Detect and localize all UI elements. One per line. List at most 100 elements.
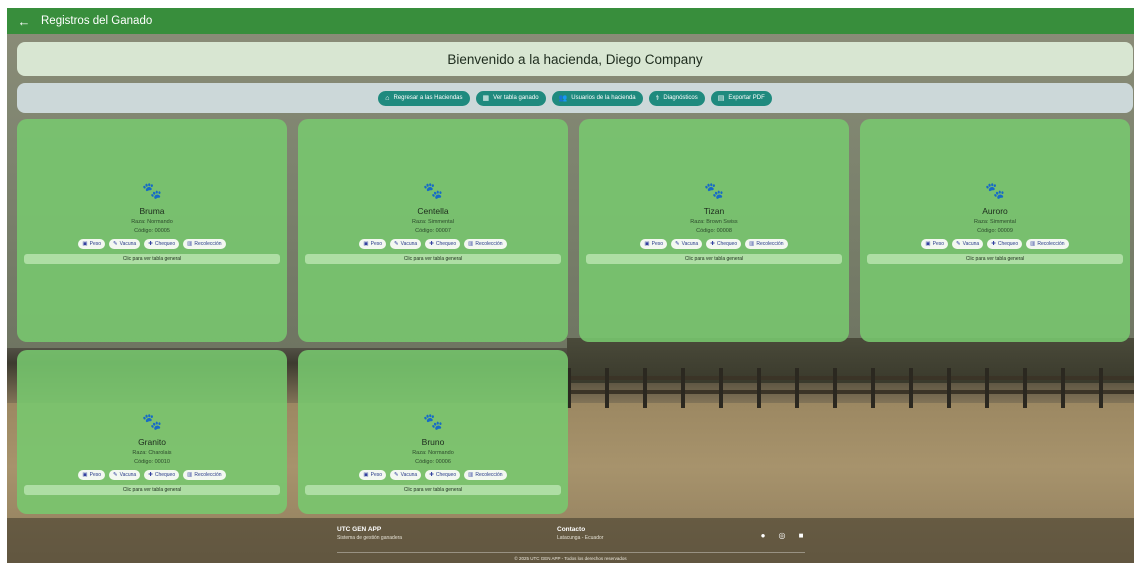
welcome-banner: Bienvenido a la hacienda, Diego Company: [17, 42, 1133, 76]
cattle-name: Bruno: [421, 437, 445, 447]
button-label: Chequeo: [997, 241, 1019, 247]
checkup-button[interactable]: ✚ Chequeo: [144, 239, 180, 249]
home-icon: ⌂: [385, 94, 390, 102]
view-general-table-link[interactable]: Clic para ver tabla general: [586, 254, 842, 264]
cattle-breed: Raza: Normando: [131, 219, 173, 225]
weight-button[interactable]: ▣ Peso: [78, 470, 106, 480]
checkup-button[interactable]: ✚ Chequeo: [144, 470, 180, 480]
cattle-card[interactable]: 🐾 Granito Raza: Charolais Código: 00010 …: [17, 350, 287, 514]
scale-icon: ▣: [925, 241, 931, 247]
collection-button[interactable]: ▥ Recolección: [183, 470, 226, 480]
syringe-icon: ✎: [675, 241, 680, 247]
cattle-card[interactable]: 🐾 Bruma Raza: Normando Código: 00005 ▣ Pe…: [17, 119, 287, 342]
facebook-icon[interactable]: ●: [759, 532, 767, 540]
back-to-haciendas-button[interactable]: ⌂ Regresar a las Haciendas: [378, 90, 470, 106]
weight-button[interactable]: ▣ Peso: [359, 239, 387, 249]
syringe-icon: ✎: [113, 472, 118, 478]
cattle-code: Código: 00005: [134, 228, 170, 234]
card-actions: ▣ Peso ✎ Vacuna ✚ Chequeo ▥ Recolección: [640, 239, 788, 249]
checkup-button[interactable]: ✚ Chequeo: [987, 239, 1023, 249]
cattle-breed: Raza: Simmental: [412, 219, 454, 225]
view-general-table-link[interactable]: Clic para ver tabla general: [305, 254, 561, 264]
cattle-breed: Raza: Simmental: [974, 219, 1016, 225]
shield-plus-icon: ✚: [991, 241, 996, 247]
checkup-button[interactable]: ✚ Chequeo: [425, 239, 461, 249]
diagnostics-button[interactable]: ⚕ Diagnósticos: [648, 90, 705, 106]
cattle-breed: Raza: Normando: [412, 450, 454, 456]
cattle-card[interactable]: 🐾 Centella Raza: Simmental Código: 00007…: [298, 119, 568, 342]
scale-icon: ▣: [363, 241, 369, 247]
footer-brand: UTC GEN APP Sistema de gestión ganadera: [337, 526, 402, 541]
view-general-table-link[interactable]: Clic para ver tabla general: [24, 254, 280, 264]
shield-plus-icon: ✚: [710, 241, 715, 247]
checkup-button[interactable]: ✚ Chequeo: [425, 470, 461, 480]
cattle-card[interactable]: 🐾 Tizan Raza: Brown Swiss Código: 00008 …: [579, 119, 849, 342]
welcome-text: Bienvenido a la hacienda, Diego Company: [447, 51, 703, 67]
vaccine-button[interactable]: ✎ Vacuna: [390, 470, 422, 480]
social-icons: ● ◎ ■: [759, 532, 805, 540]
shield-plus-icon: ✚: [429, 472, 434, 478]
collection-button[interactable]: ▥ Recolección: [1026, 239, 1069, 249]
button-label: Chequeo: [716, 241, 738, 247]
cattle-card[interactable]: 🐾 Auroro Raza: Simmental Código: 00009 ▣…: [860, 119, 1130, 342]
view-general-table-link[interactable]: Clic para ver tabla general: [867, 254, 1123, 264]
paw-icon: 🐾: [704, 183, 724, 200]
cattle-code: Código: 00009: [977, 228, 1013, 234]
shield-plus-icon: ✚: [148, 472, 153, 478]
button-label: Diagnósticos: [663, 95, 698, 101]
paw-icon: 🐾: [423, 183, 443, 200]
vaccine-button[interactable]: ✎ Vacuna: [952, 239, 984, 249]
cattle-code: Código: 00010: [134, 459, 170, 465]
vaccine-button[interactable]: ✎ Vacuna: [671, 239, 703, 249]
vaccine-button[interactable]: ✎ Vacuna: [109, 239, 141, 249]
card-actions: ▣ Peso ✎ Vacuna ✚ Chequeo ▥ Recolección: [78, 470, 226, 480]
button-label: Recolección: [475, 472, 503, 478]
collection-button[interactable]: ▥ Recolección: [745, 239, 788, 249]
instagram-icon[interactable]: ◎: [778, 532, 786, 540]
vaccine-button[interactable]: ✎ Vacuna: [109, 470, 141, 480]
cattle-breed: Raza: Charolais: [132, 450, 172, 456]
card-actions: ▣ Peso ✎ Vacuna ✚ Chequeo ▥ Recolección: [359, 470, 507, 480]
card-actions: ▣ Peso ✎ Vacuna ✚ Chequeo ▥ Recolección: [359, 239, 507, 249]
paw-icon: 🐾: [142, 414, 162, 431]
camera-icon[interactable]: ■: [797, 532, 805, 540]
collection-button[interactable]: ▥ Recolección: [464, 239, 507, 249]
cattle-code: Código: 00006: [415, 459, 451, 465]
collection-button[interactable]: ▥ Recolección: [464, 470, 507, 480]
milk-icon: ▥: [187, 241, 193, 247]
scale-icon: ▣: [363, 472, 369, 478]
button-label: Vacuna: [681, 241, 699, 247]
button-label: Regresar a las Haciendas: [393, 95, 463, 101]
footer-brand-subtitle: Sistema de gestión ganadera: [337, 535, 403, 541]
button-label: Vacuna: [962, 241, 980, 247]
footer-contact-title: Contacto: [557, 526, 586, 533]
button-label: Recolección: [475, 241, 503, 247]
button-label: Peso: [89, 241, 102, 247]
hacienda-users-button[interactable]: 👥 Usuarios de la hacienda: [551, 90, 643, 106]
view-general-table-link[interactable]: Clic para ver tabla general: [24, 485, 280, 495]
card-actions: ▣ Peso ✎ Vacuna ✚ Chequeo ▥ Recolección: [921, 239, 1069, 249]
button-label: Vacuna: [119, 241, 137, 247]
export-pdf-button[interactable]: ▤ Exportar PDF: [710, 90, 772, 106]
cattle-card[interactable]: 🐾 Bruno Raza: Normando Código: 00006 ▣ Pe…: [298, 350, 568, 514]
weight-button[interactable]: ▣ Peso: [78, 239, 106, 249]
paw-icon: 🐾: [985, 183, 1005, 200]
checkup-button[interactable]: ✚ Chequeo: [706, 239, 742, 249]
button-label: Recolección: [194, 241, 222, 247]
weight-button[interactable]: ▣ Peso: [921, 239, 949, 249]
vaccine-button[interactable]: ✎ Vacuna: [390, 239, 422, 249]
button-label: Peso: [370, 241, 383, 247]
top-app-bar: ← Registros del Ganado: [7, 8, 1134, 34]
footer-brand-title: UTC GEN APP: [337, 526, 382, 533]
syringe-icon: ✎: [394, 472, 399, 478]
view-general-table-link[interactable]: Clic para ver tabla general: [305, 485, 561, 495]
shield-plus-icon: ✚: [148, 241, 153, 247]
background-fence: [567, 368, 1134, 408]
view-cattle-table-button[interactable]: ▦ Ver tabla ganado: [475, 90, 546, 106]
collection-button[interactable]: ▥ Recolección: [183, 239, 226, 249]
weight-button[interactable]: ▣ Peso: [359, 470, 387, 480]
back-arrow-icon[interactable]: ←: [7, 14, 41, 29]
milk-icon: ▥: [468, 241, 474, 247]
weight-button[interactable]: ▣ Peso: [640, 239, 668, 249]
button-label: Peso: [89, 472, 102, 478]
